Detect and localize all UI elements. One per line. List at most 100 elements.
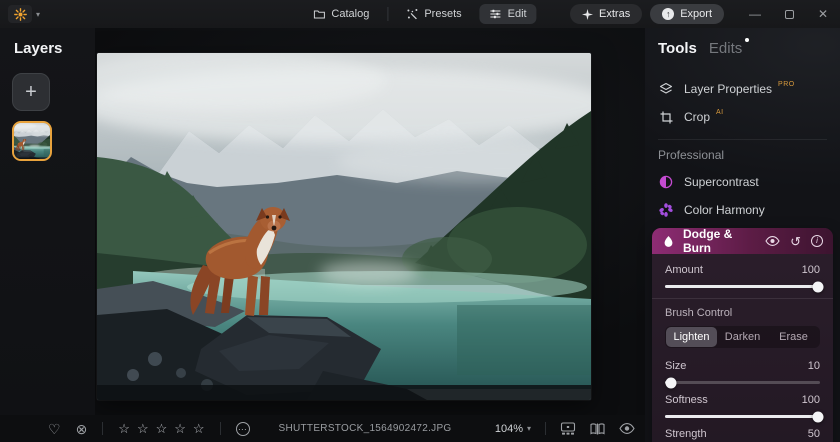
tools-panel: Tools Edits Layer Properties PRO Crop AI	[645, 28, 840, 442]
panel-tabs: Tools Edits	[645, 28, 840, 61]
star-icon-2[interactable]: ☆	[137, 421, 149, 437]
layer-thumbnail-image	[14, 123, 50, 159]
dodge-burn-title: Dodge & Burn	[683, 228, 757, 255]
brush-mode-erase[interactable]: Erase	[768, 327, 819, 347]
info-icon[interactable]: i	[811, 235, 823, 247]
tab-edits-label: Edits	[709, 40, 742, 57]
star-icon-3[interactable]: ☆	[156, 421, 168, 437]
size-slider: Size 10	[665, 360, 820, 384]
dodge-burn-body: Amount 100 Brush Control Lighten Darken …	[652, 254, 833, 442]
softness-thumb[interactable]	[813, 411, 824, 422]
maximize-icon	[785, 10, 794, 19]
export-button[interactable]: ↑ Export	[650, 4, 724, 24]
tool-layer-properties-label: Layer Properties	[684, 82, 772, 96]
presets-wand-icon	[406, 8, 418, 20]
more-options-icon[interactable]: ⋯	[236, 422, 250, 436]
minimize-button[interactable]: —	[738, 0, 772, 28]
amount-label: Amount	[665, 264, 703, 276]
dodge-burn-divider	[652, 298, 833, 299]
star-icon-5[interactable]: ☆	[193, 421, 205, 437]
window-controls: — ✕	[738, 0, 840, 28]
top-bar: ▾ Catalog Presets E	[0, 0, 840, 28]
contrast-icon	[658, 175, 674, 189]
tab-tools[interactable]: Tools	[658, 40, 697, 57]
tab-separator	[387, 7, 388, 21]
size-thumb[interactable]	[666, 377, 677, 388]
dodge-burn-icon	[662, 235, 675, 248]
layers-stack-icon	[658, 82, 674, 96]
tool-crop[interactable]: Crop AI	[645, 103, 840, 131]
tool-supercontrast[interactable]: Supercontrast	[645, 168, 840, 196]
zoom-level-dropdown[interactable]: 104% ▾	[495, 423, 531, 435]
star-icon-1[interactable]: ☆	[118, 421, 130, 437]
brush-mode-darken[interactable]: Darken	[717, 327, 768, 347]
size-track[interactable]	[665, 381, 820, 384]
crop-icon	[658, 111, 674, 124]
reject-icon[interactable]: ⊗	[76, 422, 88, 436]
bottom-bar: ♡ ⊗ ☆ ☆ ☆ ☆ ☆ ⋯ SHUTTERSTOCK_1564902472.…	[0, 415, 645, 442]
tab-presets-label: Presets	[424, 8, 461, 20]
view-controls-group: 104% ▾	[495, 422, 635, 435]
preview-eye-icon[interactable]	[619, 423, 635, 434]
size-value: 10	[808, 360, 820, 372]
photo-dog-lake-mountains[interactable]	[97, 53, 591, 400]
rating-group: ♡ ⊗ ☆ ☆ ☆ ☆ ☆ ⋯	[48, 421, 250, 437]
favorite-heart-icon[interactable]: ♡	[48, 422, 61, 436]
edit-sliders-icon	[490, 9, 502, 19]
extras-label: Extras	[599, 8, 630, 20]
tool-layer-properties[interactable]: Layer Properties PRO	[645, 75, 840, 103]
amount-thumb[interactable]	[813, 281, 824, 292]
tab-catalog-label: Catalog	[331, 8, 369, 20]
star-icon-4[interactable]: ☆	[174, 421, 186, 437]
compare-before-after-icon[interactable]	[590, 423, 605, 435]
section-divider	[658, 139, 827, 140]
pro-badge: PRO	[778, 81, 795, 88]
tab-catalog[interactable]: Catalog	[303, 4, 379, 24]
tool-supercontrast-label: Supercontrast	[684, 175, 759, 189]
app-logo[interactable]	[8, 5, 32, 23]
dodge-burn-panel: Dodge & Burn ↺ i Amount 100	[652, 228, 833, 442]
tool-color-harmony[interactable]: Color Harmony	[645, 196, 840, 224]
dodge-burn-header[interactable]: Dodge & Burn ↺ i	[652, 228, 833, 254]
size-label: Size	[665, 360, 686, 372]
professional-section-title: Professional	[645, 146, 840, 168]
dodge-burn-header-actions: ↺ i	[765, 235, 823, 248]
bottom-bar-separator	[220, 422, 221, 435]
add-layer-button[interactable]: +	[12, 73, 50, 111]
app-window: ▾ Catalog Presets E	[0, 0, 840, 442]
filmstrip-view-icon[interactable]	[560, 422, 576, 435]
tab-edits[interactable]: Edits	[709, 40, 742, 57]
brush-mode-segmented-control: Lighten Darken Erase	[665, 326, 820, 348]
tab-edit-label: Edit	[508, 8, 527, 20]
tab-edit[interactable]: Edit	[480, 4, 537, 24]
layers-sidebar: Layers +	[0, 28, 95, 415]
editor-canvas[interactable]	[95, 28, 645, 415]
tab-presets[interactable]: Presets	[396, 4, 471, 24]
topbar-right-group: Extras ↑ Export — ✕	[570, 0, 840, 28]
maximize-button[interactable]	[772, 0, 806, 28]
sun-logo-icon	[14, 8, 27, 21]
star-rating: ☆ ☆ ☆ ☆ ☆	[118, 421, 204, 437]
amount-slider: Amount 100	[665, 264, 820, 288]
chevron-down-icon: ▾	[527, 424, 531, 433]
folder-icon	[313, 9, 325, 19]
ai-badge: AI	[716, 109, 724, 116]
layer-thumbnail[interactable]	[12, 121, 52, 161]
edits-notification-dot	[745, 38, 749, 42]
extras-button[interactable]: Extras	[570, 4, 642, 24]
tool-color-harmony-label: Color Harmony	[684, 203, 765, 217]
close-button[interactable]: ✕	[806, 0, 840, 28]
brush-mode-lighten[interactable]: Lighten	[666, 327, 717, 347]
plus-icon: +	[25, 81, 37, 104]
export-label: Export	[680, 8, 712, 20]
amount-track[interactable]	[665, 285, 820, 288]
strength-label: Strength	[665, 428, 707, 440]
strength-value: 50	[808, 428, 820, 440]
sparkle-icon	[582, 9, 593, 20]
layers-title: Layers	[14, 40, 95, 57]
filename-label: SHUTTERSTOCK_1564902472.JPG	[255, 423, 475, 434]
softness-track[interactable]	[665, 415, 820, 418]
reset-undo-icon[interactable]: ↺	[790, 235, 801, 248]
visibility-eye-icon[interactable]	[765, 236, 780, 246]
logo-chevron-icon[interactable]: ▾	[36, 10, 40, 19]
